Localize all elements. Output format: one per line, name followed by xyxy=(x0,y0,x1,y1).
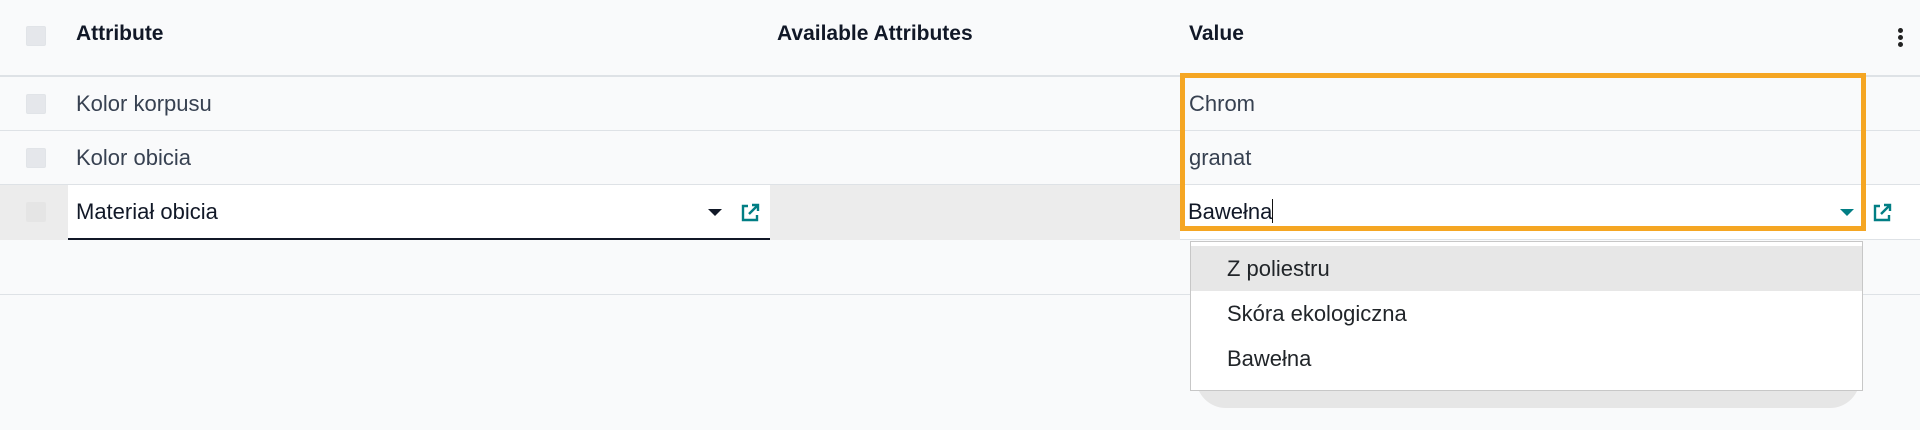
value-input-text: Bawełna xyxy=(1188,199,1274,224)
table-row[interactable]: Kolor obicia granat xyxy=(0,131,1920,185)
dropdown-option[interactable]: Skóra ekologiczna xyxy=(1191,291,1862,336)
dropdown-option[interactable]: Bawełna xyxy=(1191,336,1862,381)
text-cursor xyxy=(1272,199,1274,223)
optional-columns-kebab-icon[interactable] xyxy=(1898,28,1904,48)
attribute-input-value: Materiał obicia xyxy=(76,199,218,224)
column-header-value[interactable]: Value xyxy=(1189,22,1244,46)
value-cell[interactable]: Chrom xyxy=(1189,91,1255,117)
caret-down-icon[interactable] xyxy=(708,209,722,216)
select-all-checkbox[interactable] xyxy=(26,26,46,46)
attribute-cell[interactable]: Kolor obicia xyxy=(76,145,191,171)
row-checkbox[interactable] xyxy=(26,94,46,114)
external-link-icon[interactable] xyxy=(738,201,762,225)
row-checkbox[interactable] xyxy=(26,148,46,168)
value-autocomplete-dropdown: Z poliestru Skóra ekologiczna Bawełna xyxy=(1190,241,1863,391)
table-header: Attribute Available Attributes Value xyxy=(0,0,1920,77)
table-row[interactable]: Kolor korpusu Chrom xyxy=(0,77,1920,131)
external-link-icon[interactable] xyxy=(1870,201,1894,225)
caret-down-icon[interactable] xyxy=(1840,209,1854,216)
value-cell[interactable]: granat xyxy=(1189,145,1251,171)
attribute-cell[interactable]: Kolor korpusu xyxy=(76,91,212,117)
column-header-available-attributes[interactable]: Available Attributes xyxy=(777,22,973,46)
row-checkbox[interactable] xyxy=(26,202,46,222)
dropdown-option[interactable]: Z poliestru xyxy=(1191,246,1862,291)
attributes-table: Attribute Available Attributes Value Kol… xyxy=(0,0,1920,430)
column-header-attribute[interactable]: Attribute xyxy=(76,22,164,46)
table-row-editing[interactable]: Materiał obicia Bawełna xyxy=(0,185,1920,240)
value-select-input[interactable]: Bawełna xyxy=(1180,185,1920,240)
attribute-select-input[interactable]: Materiał obicia xyxy=(68,185,770,240)
